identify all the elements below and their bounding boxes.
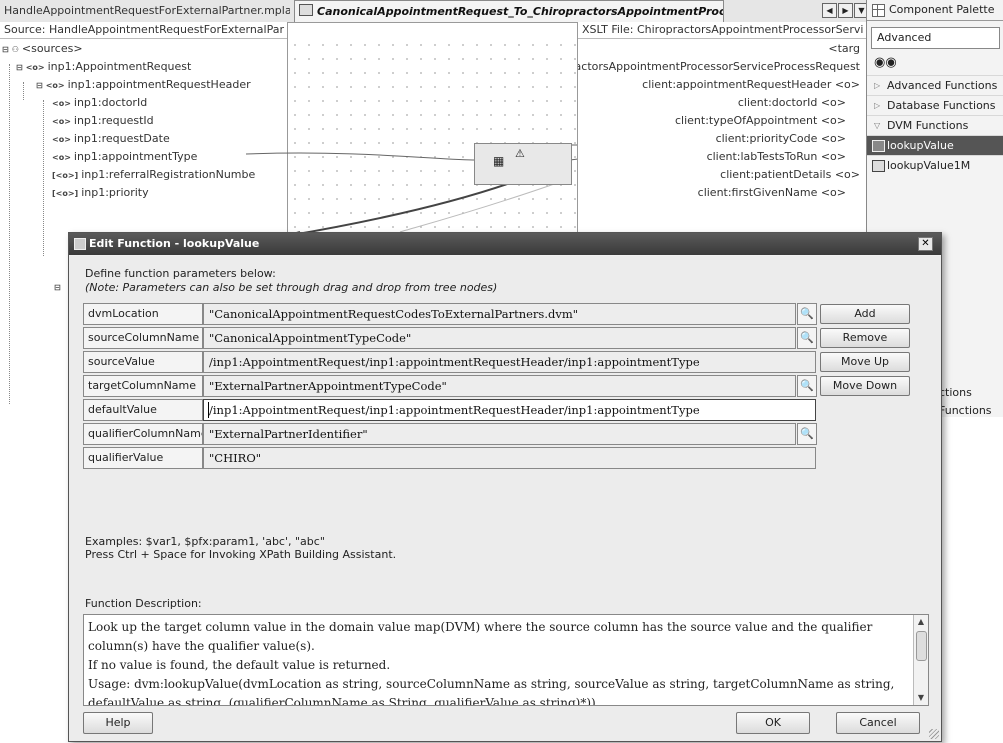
param-row-default-value: defaultValue /inp1:AppointmentRequest/in… <box>83 399 816 421</box>
palette-item-label: Advanced Functions <box>887 79 998 92</box>
description-line: Usage: dvm:lookupValue(dvmLocation as st… <box>88 677 895 706</box>
param-label: sourceColumnName <box>83 327 203 349</box>
param-row-source-value: sourceValue /inp1:AppointmentRequest/inp… <box>83 351 816 373</box>
help-button[interactable]: Help <box>83 712 153 734</box>
target-header: XSLT File: ChiropractorsAppointmentProce… <box>578 22 866 39</box>
palette-item-label: DVM Functions <box>887 119 969 132</box>
target-node[interactable]: actorsAppointmentProcessorServiceProcess… <box>578 58 860 76</box>
expand-icon: ▷ <box>874 101 881 110</box>
palette-title: Component Palette <box>867 0 1003 21</box>
param-label: targetColumnName <box>83 375 203 397</box>
ok-button[interactable]: OK <box>736 712 810 734</box>
param-label: defaultValue <box>83 399 203 421</box>
palette-item-advanced-functions[interactable]: ▷ Advanced Functions <box>867 75 1003 95</box>
instructions-note: (Note: Parameters can also be set throug… <box>85 281 498 294</box>
param-value-field[interactable]: "CanonicalAppointmentTypeCode" <box>203 327 796 349</box>
function-icon <box>872 160 885 172</box>
dialog-icon <box>74 238 86 250</box>
param-row-qualifier-value: qualifierValue "CHIRO" <box>83 447 816 469</box>
move-down-button[interactable]: Move Down <box>820 376 910 396</box>
scroll-thumb[interactable] <box>916 631 927 661</box>
description-line: Look up the target column value in the d… <box>88 620 873 653</box>
remove-button[interactable]: Remove <box>820 328 910 348</box>
cancel-button[interactable]: Cancel <box>836 712 920 734</box>
palette-item-dvm-functions[interactable]: ▽ DVM Functions <box>867 115 1003 135</box>
target-node[interactable]: client:firstGivenName <o> <box>698 184 846 202</box>
examples-text: Examples: $var1, $pfx:param1, 'abc', "ab… <box>85 535 396 561</box>
instructions-text: Define function parameters below: <box>85 267 276 280</box>
resize-grip-icon[interactable] <box>929 729 939 739</box>
palette-item-database-functions[interactable]: ▷ Database Functions <box>867 95 1003 115</box>
close-icon[interactable]: ✕ <box>918 237 933 251</box>
param-row-dvm-location: dvmLocation "CanonicalAppointmentRequest… <box>83 303 817 325</box>
param-value-field[interactable]: "CHIRO" <box>203 447 816 469</box>
palette-item-lookup-value[interactable]: lookupValue <box>867 135 1003 155</box>
collapse-icon: ▽ <box>874 121 881 130</box>
lookup-value-function-box[interactable]: ⚠ ▦ <box>474 143 572 185</box>
search-icon[interactable]: 🔍 <box>797 375 817 397</box>
search-icon[interactable]: 🔍 <box>797 303 817 325</box>
search-icon[interactable]: 🔍 <box>797 327 817 349</box>
function-icon <box>872 140 885 152</box>
palette-item-lookup-value-1m[interactable]: lookupValue1M <box>867 155 1003 175</box>
function-description-text: Look up the target column value in the d… <box>88 618 904 706</box>
edit-function-dialog: Edit Function - lookupValue ✕ Define fun… <box>68 232 942 742</box>
add-button[interactable]: Add <box>820 304 910 324</box>
target-node[interactable]: client:patientDetails <o> <box>720 166 860 184</box>
target-node[interactable]: client:doctorId <o> <box>738 94 846 112</box>
dialog-body: Define function parameters below: (Note:… <box>69 256 941 741</box>
warning-icon: ⚠ <box>515 147 525 160</box>
param-value-field[interactable]: /inp1:AppointmentRequest/inp1:appointmen… <box>203 351 816 373</box>
param-value-field[interactable]: "ExternalPartnerAppointmentTypeCode" <box>203 375 796 397</box>
target-node[interactable]: <targ <box>828 40 860 58</box>
target-node[interactable]: client:labTestsToRun <o> <box>707 148 846 166</box>
param-label: qualifierColumnName <box>83 423 203 445</box>
param-row-qualifier-column-name: qualifierColumnName "ExternalPartnerIden… <box>83 423 817 445</box>
scroll-down-icon[interactable]: ▼ <box>916 693 926 703</box>
target-node[interactable]: client:appointmentRequestHeader <o> <box>642 76 860 94</box>
function-description-box[interactable]: Look up the target column value in the d… <box>83 614 929 706</box>
param-row-source-column-name: sourceColumnName "CanonicalAppointmentTy… <box>83 327 817 349</box>
param-value-field[interactable]: "ExternalPartnerIdentifier" <box>203 423 796 445</box>
param-value-field[interactable]: "CanonicalAppointmentRequestCodesToExter… <box>203 303 796 325</box>
palette-item-label: Database Functions <box>887 99 996 112</box>
palette-item-label: lookupValue <box>887 139 954 152</box>
param-label: qualifierValue <box>83 447 203 469</box>
function-description-label: Function Description: <box>85 597 202 610</box>
param-row-target-column-name: targetColumnName "ExternalPartnerAppoint… <box>83 375 817 397</box>
description-line: If no value is found, the default value … <box>88 658 391 672</box>
expand-icon: ▷ <box>874 81 881 90</box>
move-up-button[interactable]: Move Up <box>820 352 910 372</box>
target-node[interactable]: client:typeOfAppointment <o> <box>675 112 846 130</box>
description-scrollbar[interactable]: ▲ ▼ <box>913 615 928 705</box>
param-label: dvmLocation <box>83 303 203 325</box>
palette-icon <box>872 4 885 17</box>
scroll-up-icon[interactable]: ▲ <box>916 617 926 627</box>
palette-item-label: lookupValue1M <box>887 159 971 172</box>
palette-category-select[interactable]: Advanced <box>871 27 1000 49</box>
examples-line: Examples: $var1, $pfx:param1, 'abc', "ab… <box>85 535 325 548</box>
xpath-hint-line: Press Ctrl + Space for Invoking XPath Bu… <box>85 548 397 561</box>
parameter-buttons: Add Remove Move Up Move Down <box>820 304 910 400</box>
param-label: sourceValue <box>83 351 203 373</box>
target-node[interactable]: client:priorityCode <o> <box>716 130 846 148</box>
dialog-title-bar[interactable]: Edit Function - lookupValue ✕ <box>69 233 941 255</box>
dialog-title: Edit Function - lookupValue <box>89 237 260 250</box>
param-value-field[interactable]: /inp1:AppointmentRequest/inp1:appointmen… <box>203 399 816 421</box>
palette-title-label: Component Palette <box>889 3 995 16</box>
parameter-table: dvmLocation "CanonicalAppointmentRequest… <box>83 303 817 471</box>
search-icon[interactable]: 🔍 <box>797 423 817 445</box>
function-icon: ▦ <box>493 154 505 168</box>
search-binoculars-icon[interactable]: ◉◉ <box>874 55 1003 75</box>
